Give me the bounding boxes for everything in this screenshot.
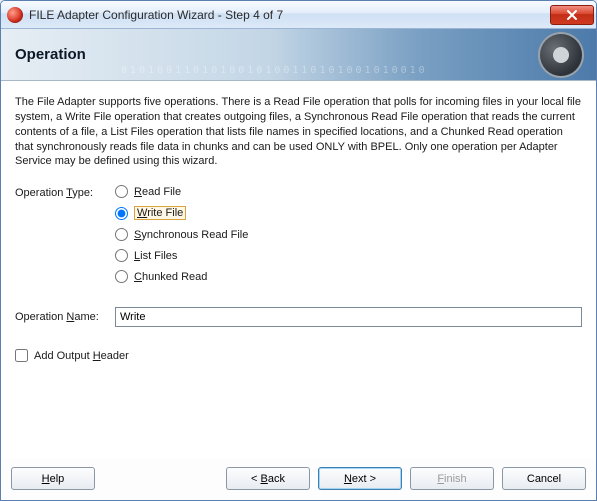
radio-write-file-label: Write File (134, 206, 186, 220)
banner: Operation 010100110101001010011010100101… (1, 29, 596, 81)
finish-button: Finish (410, 467, 494, 490)
radio-sync-read-file-input[interactable] (115, 228, 128, 241)
help-button[interactable]: Help (11, 467, 95, 490)
radio-list-files[interactable]: List Files (115, 249, 582, 262)
content-area: The File Adapter supports five operation… (1, 81, 596, 459)
window-title: FILE Adapter Configuration Wizard - Step… (29, 8, 550, 22)
radio-sync-read-file-label: Synchronous Read File (134, 229, 248, 241)
wizard-window: FILE Adapter Configuration Wizard - Step… (0, 0, 597, 501)
app-icon (7, 7, 23, 23)
radio-write-file[interactable]: Write File (115, 206, 582, 220)
banner-art (460, 29, 590, 81)
titlebar[interactable]: FILE Adapter Configuration Wizard - Step… (1, 1, 596, 29)
radio-read-file-input[interactable] (115, 185, 128, 198)
radio-read-file-label: Read File (134, 186, 181, 198)
back-button[interactable]: < Back (226, 467, 310, 490)
radio-chunked-read-label: Chunked Read (134, 271, 207, 283)
add-output-header-label[interactable]: Add Output Header (34, 350, 129, 362)
operation-name-input[interactable] (115, 307, 582, 327)
radio-chunked-read-input[interactable] (115, 270, 128, 283)
close-icon (567, 10, 577, 20)
intro-text: The File Adapter supports five operation… (15, 95, 582, 169)
radio-list-files-input[interactable] (115, 249, 128, 262)
gear-icon (540, 34, 582, 76)
cancel-button[interactable]: Cancel (502, 467, 586, 490)
radio-chunked-read[interactable]: Chunked Read (115, 270, 582, 283)
next-button[interactable]: Next > (318, 467, 402, 490)
radio-sync-read-file[interactable]: Synchronous Read File (115, 228, 582, 241)
page-title: Operation (15, 46, 86, 63)
operation-type-label: Operation Type: (15, 185, 115, 283)
radio-write-file-input[interactable] (115, 207, 128, 220)
radio-read-file[interactable]: Read File (115, 185, 582, 198)
add-output-header-checkbox[interactable] (15, 349, 28, 362)
operation-type-group: Read File Write File Synchronous Read Fi… (115, 185, 582, 283)
operation-name-label: Operation Name: (15, 311, 115, 323)
close-button[interactable] (550, 5, 594, 25)
radio-list-files-label: List Files (134, 250, 177, 262)
footer: Help < Back Next > Finish Cancel (1, 459, 596, 500)
